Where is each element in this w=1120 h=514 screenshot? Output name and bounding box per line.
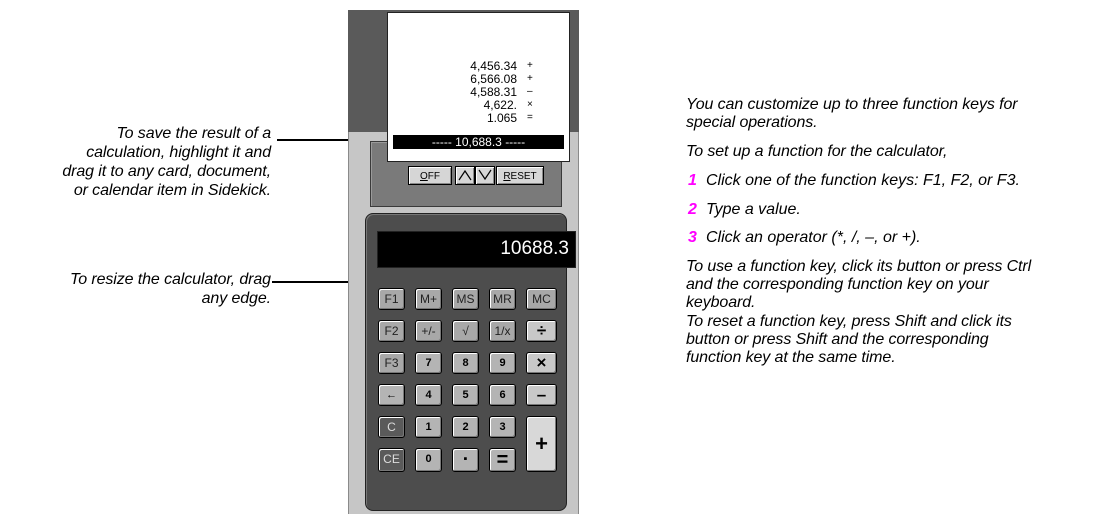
callout-line: To save the result of a [116,125,271,142]
divide-key[interactable]: ÷ [526,320,557,342]
calculator-window[interactable]: 4,456.34 + 6,566.08 + 4,588.31 – 4,622. … [348,10,579,514]
intro-line: special operations. [686,114,818,131]
f1-key[interactable]: F1 [378,288,405,310]
equals-key[interactable]: = [489,448,516,472]
backspace-key[interactable]: ← [378,384,405,406]
tape-value[interactable]: 4,456.34 [470,60,517,72]
step-text: Click an operator (*, /, –, or +). [706,229,921,246]
tape-operator: + [527,60,533,71]
calculator-body: 10688.3 F1 M+ MS MR MC F2 +/- √ 1/x ÷ F3… [365,213,576,511]
f2-key[interactable]: F2 [378,320,405,342]
usage-line: keyboard. [686,294,756,311]
tape-scroll-down-button[interactable] [475,166,495,185]
callout-line: To resize the calculator, drag [70,271,271,288]
digit-2-key[interactable]: 2 [452,416,479,438]
intro-line: You can customize up to three function k… [686,96,1018,113]
tape-total-highlighted[interactable]: ----- 10,688.3 ----- [393,135,564,149]
callout-line: calculation, highlight it and [86,144,271,161]
f3-key[interactable]: F3 [378,352,405,374]
usage-text: To use a function key, click its button … [686,258,1031,312]
reset-text: To reset a function key, press Shift and… [686,313,1012,367]
reset-line: button or press Shift and the correspond… [686,331,989,348]
callout-line: or calendar item in Sidekick. [73,182,271,199]
off-button-label: FF [427,171,440,182]
display-value: 10688.3 [500,238,569,259]
digit-0-key[interactable]: 0 [415,448,442,472]
digit-9-key[interactable]: 9 [489,352,516,374]
reset-button[interactable]: RESET [496,166,544,185]
off-button-mnemonic: O [420,171,428,182]
memory-add-key[interactable]: M+ [415,288,442,310]
triangle-up-icon [458,169,472,181]
tape-value[interactable]: 6,566.08 [470,73,517,85]
callout-line: any edge. [201,290,271,307]
digit-4-key[interactable]: 4 [415,384,442,406]
memory-store-key[interactable]: MS [452,288,479,310]
multiply-key[interactable]: × [526,352,557,374]
tape-value[interactable]: 4,622. [484,99,517,111]
memory-clear-key[interactable]: MC [526,288,557,310]
tape-operator: = [527,112,533,123]
reset-button-mnemonic: R [503,171,511,182]
digit-5-key[interactable]: 5 [452,384,479,406]
setup-text: To set up a function for the calculator, [686,143,948,160]
usage-line: To use a function key, click its button … [686,258,1032,275]
reciprocal-key[interactable]: 1/x [489,320,516,342]
digit-8-key[interactable]: 8 [452,352,479,374]
callout-line: drag it to any card, document, [62,163,271,180]
off-button[interactable]: OFF [408,166,452,185]
calculator-display: 10688.3 [377,231,576,268]
step-text: Type a value. [706,201,801,218]
step-number: 3 [688,229,697,246]
memory-recall-key[interactable]: MR [489,288,516,310]
reset-button-label: ESET [510,171,537,182]
tape-operator: – [527,86,533,97]
resize-callout: To resize the calculator, drag any edge. [11,270,271,308]
intro-text: You can customize up to three function k… [686,96,1018,132]
step-number: 2 [688,201,697,218]
clear-key[interactable]: C [378,416,405,438]
add-key[interactable]: + [526,416,557,472]
triangle-down-icon [478,169,492,181]
tape-scroll-up-button[interactable] [455,166,475,185]
tape-operator: + [527,73,533,84]
reset-line: function key at the same time. [686,349,896,366]
tape-operator: × [527,99,533,110]
digit-6-key[interactable]: 6 [489,384,516,406]
digit-3-key[interactable]: 3 [489,416,516,438]
plus-minus-key[interactable]: +/- [415,320,442,342]
clear-entry-key[interactable]: CE [378,448,405,472]
step-text: Click one of the function keys: F1, F2, … [706,172,1020,189]
save-result-callout: To save the result of a calculation, hig… [11,124,271,200]
digit-1-key[interactable]: 1 [415,416,442,438]
tape-value[interactable]: 1.065 [487,112,517,124]
square-root-key[interactable]: √ [452,320,479,342]
subtract-key[interactable]: – [526,384,557,406]
decimal-point-key[interactable]: ▪ [452,448,479,472]
digit-7-key[interactable]: 7 [415,352,442,374]
step-number: 1 [688,172,697,189]
tape-value[interactable]: 4,588.31 [470,86,517,98]
reset-line: To reset a function key, press Shift and… [686,313,1012,330]
calculator-tape[interactable]: 4,456.34 + 6,566.08 + 4,588.31 – 4,622. … [387,12,570,162]
usage-line: and the corresponding function key on yo… [686,276,989,293]
